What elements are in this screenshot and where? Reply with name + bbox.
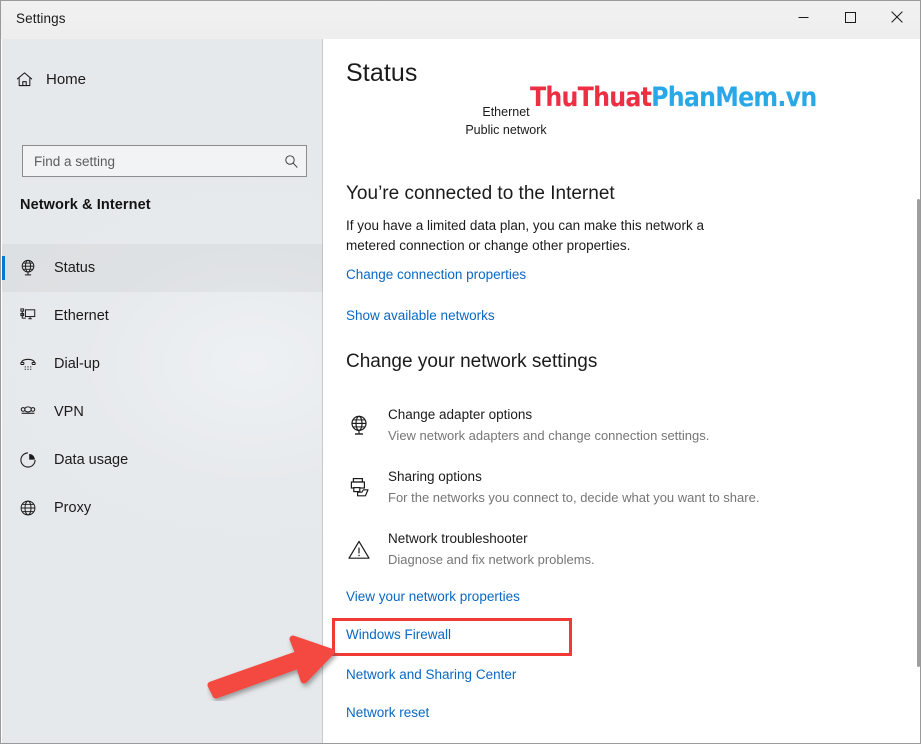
minimize-button[interactable] — [780, 1, 826, 33]
link-show-available-networks[interactable]: Show available networks — [346, 308, 495, 323]
sidebar-item-status-label: Status — [54, 260, 96, 276]
globe-icon — [2, 498, 54, 518]
dialup-phone-icon — [2, 354, 54, 374]
sidebar-item-home-label: Home — [46, 70, 87, 88]
option-title: Sharing options — [388, 469, 482, 484]
close-button[interactable] — [874, 1, 920, 33]
sidebar-category-heading: Network & Internet — [20, 197, 151, 213]
sidebar-item-vpn[interactable]: VPN — [2, 388, 323, 436]
option-subtitle: Diagnose and fix network problems. — [388, 552, 595, 567]
watermark-secondary: PhanMem.vn — [651, 82, 817, 113]
connection-status-description: If you have a limited data plan, you can… — [346, 218, 704, 253]
option-change-adapter-options[interactable]: Change adapter options View network adap… — [336, 405, 896, 457]
globe-monitor-icon — [2, 258, 54, 278]
ethernet-icon — [2, 306, 54, 326]
link-network-and-sharing-center[interactable]: Network and Sharing Center — [346, 667, 516, 682]
search-input[interactable] — [23, 146, 276, 176]
adapter-globe-icon — [342, 409, 376, 443]
scrollbar-thumb[interactable] — [917, 199, 920, 667]
option-subtitle: View network adapters and change connect… — [388, 428, 710, 443]
maximize-button[interactable] — [827, 1, 873, 33]
selection-indicator — [2, 256, 5, 280]
maximize-icon — [844, 11, 856, 23]
sidebar-item-home[interactable]: Home — [2, 62, 323, 96]
close-icon — [891, 11, 903, 23]
sidebar-nav-list: Status Ethernet Dial-up VPN Data usage P… — [2, 244, 323, 532]
search-icon — [276, 154, 306, 169]
change-network-settings-heading: Change your network settings — [346, 351, 598, 372]
warning-triangle-icon — [342, 533, 376, 567]
network-identity: Ethernet Public network — [346, 103, 666, 139]
sidebar-item-data-usage-label: Data usage — [54, 452, 129, 468]
vpn-icon — [2, 402, 54, 422]
sidebar-item-vpn-label: VPN — [54, 404, 84, 420]
network-name: Ethernet — [482, 105, 530, 119]
sidebar-item-status[interactable]: Status — [2, 244, 323, 292]
highlight-rectangle — [332, 618, 572, 656]
link-view-your-network-properties[interactable]: View your network properties — [346, 589, 520, 604]
option-title: Network troubleshooter — [388, 531, 528, 546]
sidebar-item-ethernet[interactable]: Ethernet — [2, 292, 323, 340]
sidebar: Home Network & Internet — [2, 39, 323, 743]
window-title: Settings — [16, 11, 66, 26]
sharing-printer-folder-icon — [342, 471, 376, 505]
main-content: Status ThuThuatPhanMem.vn Ethernet Publi… — [323, 39, 920, 743]
sidebar-item-ethernet-label: Ethernet — [54, 308, 109, 324]
title-bar[interactable]: Settings — [1, 1, 920, 39]
search-box[interactable] — [22, 145, 307, 177]
page-title: Status — [346, 59, 418, 87]
sidebar-item-dial-up-label: Dial-up — [54, 356, 100, 372]
link-change-connection-properties[interactable]: Change connection properties — [346, 267, 526, 282]
scrollbar[interactable] — [916, 39, 920, 743]
sidebar-item-data-usage[interactable]: Data usage — [2, 436, 323, 484]
option-network-troubleshooter[interactable]: Network troubleshooter Diagnose and fix … — [336, 529, 896, 581]
sidebar-item-proxy-label: Proxy — [54, 500, 92, 516]
option-sharing-options[interactable]: Sharing options For the networks you con… — [336, 467, 896, 519]
sidebar-item-proxy[interactable]: Proxy — [2, 484, 323, 532]
pie-chart-icon — [2, 450, 54, 470]
option-subtitle: For the networks you connect to, decide … — [388, 490, 760, 505]
connection-status-heading: You’re connected to the Internet — [346, 183, 615, 204]
settings-window: Settings Home Find a setting Network & I… — [0, 0, 921, 744]
network-profile: Public network — [465, 123, 547, 137]
minimize-icon — [798, 16, 808, 18]
option-title: Change adapter options — [388, 407, 533, 422]
sidebar-item-dial-up[interactable]: Dial-up — [2, 340, 323, 388]
link-network-reset[interactable]: Network reset — [346, 705, 429, 720]
home-icon — [2, 70, 46, 89]
